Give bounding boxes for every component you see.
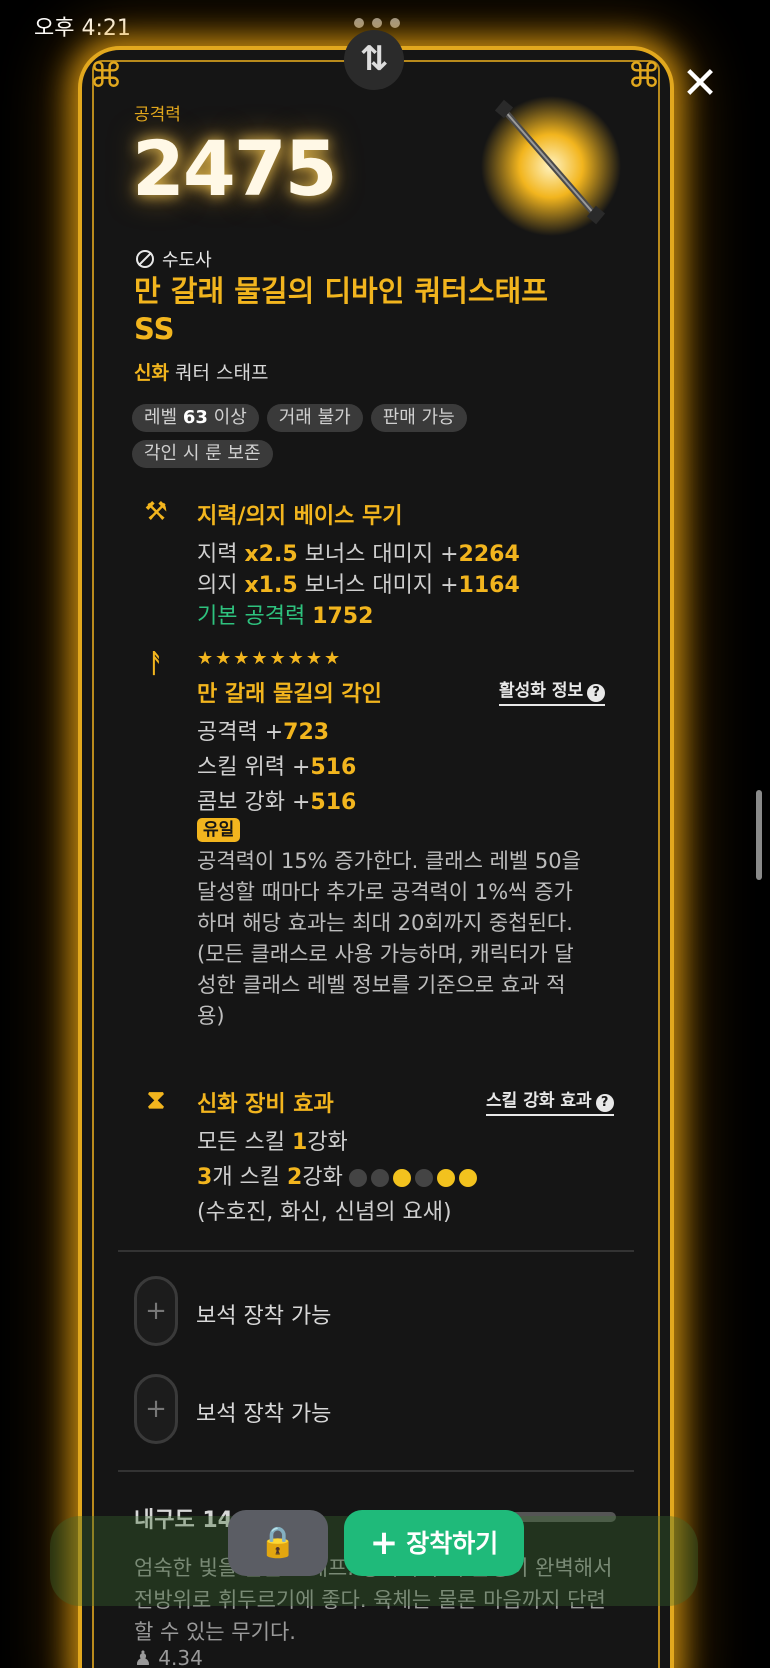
engraving-description: 공격력이 15% 증가한다. 클래스 레벨 50을 달성할 때마다 추가로 공격… (197, 849, 581, 1028)
level-tag: 레벨 63 이상 (132, 404, 259, 432)
close-icon[interactable]: ✕ (680, 62, 720, 106)
gem-empty-icon (370, 1169, 389, 1187)
rune-keep-tag: 각인 시 룬 보존 (132, 440, 273, 468)
more-dots-icon[interactable] (354, 18, 400, 28)
gem-filled-icon (458, 1169, 477, 1187)
gem-empty-icon (348, 1169, 367, 1187)
swap-compare-button[interactable]: ⇅ (344, 30, 404, 90)
engraving-icon: ᚨ (148, 649, 164, 679)
mythic-effect-title: 신화 장비 효과 (197, 1092, 334, 1117)
sellable-tag: 판매 가능 (370, 404, 467, 432)
class-icon (136, 250, 154, 268)
gem-empty-icon (414, 1169, 433, 1187)
divider (118, 1250, 634, 1252)
scrollbar[interactable] (756, 790, 762, 880)
engraving-stars: ★★★★★★★★ (197, 648, 343, 669)
attack-value: 2475 (132, 124, 338, 213)
help-icon: ? (587, 684, 606, 702)
gem-filled-icon (436, 1169, 455, 1187)
skill-enhance-info-link[interactable]: 스킬 강화 효과? (486, 1086, 614, 1116)
corner-ornament-icon: ⌘ (627, 56, 661, 96)
class-tag: 수도사 (136, 246, 212, 272)
int-bonus-line: 지력 x2.5 보너스 대미지 +2264 (197, 542, 520, 567)
skill-enhance-line: 3개 스킬 2강화 (197, 1159, 477, 1191)
gem-socket[interactable]: + (134, 1276, 178, 1346)
plus-icon: + (369, 1523, 399, 1563)
enhance-gems (348, 1169, 477, 1187)
unique-badge: 유일 (197, 818, 241, 842)
engraving-stat-skill: 스킬 위력 +516 (197, 755, 357, 780)
divider (118, 1470, 634, 1472)
gem-socket-label: 보석 장착 가능 (196, 1402, 332, 1427)
weight: ♟ 4.34 (134, 1646, 203, 1668)
item-type: 쿼터 스태프 (175, 362, 269, 384)
engraving-stat-attack: 공격력 +723 (197, 720, 330, 745)
class-name: 수도사 (162, 250, 212, 271)
enhanced-skills-list: (수호진, 화신, 신념의 요새) (197, 1200, 452, 1225)
will-bonus-line: 의지 x1.5 보너스 대미지 +1164 (197, 573, 520, 598)
gem-socket[interactable]: + (134, 1374, 178, 1444)
rarity: 신화 (134, 362, 169, 384)
mythic-effect-icon: ⧗ (146, 1085, 166, 1115)
trade-tag: 거래 불가 (266, 404, 363, 432)
help-icon: ? (595, 1094, 614, 1112)
engraving-title: 만 갈래 물길의 각인 (197, 682, 382, 707)
base-weapon-icon: ⚒ (144, 497, 168, 527)
activation-info-link[interactable]: 활성화 정보? (499, 676, 606, 706)
weapon-image (481, 96, 621, 236)
corner-ornament-icon: ⌘ (89, 56, 123, 96)
gem-socket-label: 보석 장착 가능 (196, 1304, 332, 1329)
all-skill-enhance-line: 모든 스킬 1강화 (197, 1130, 348, 1155)
rarity-line: 신화 쿼터 스태프 (134, 358, 268, 385)
lock-button[interactable]: 🔒 (228, 1510, 328, 1576)
base-attack-line: 기본 공격력 1752 (197, 604, 374, 629)
item-tags: 레벨 63 이상 거래 불가 판매 가능 각인 시 룬 보존 (132, 404, 552, 468)
gem-filled-icon (392, 1169, 411, 1187)
equip-button[interactable]: + 장착하기 (344, 1510, 524, 1576)
base-weapon-title: 지력/의지 베이스 무기 (197, 504, 403, 529)
attack-label: 공격력 (134, 105, 181, 125)
status-time: 오후 4:21 (34, 16, 131, 41)
item-name: 만 갈래 물길의 디바인 쿼터스태프SS (134, 274, 548, 346)
engraving-stat-combo: 콤보 강화 +516 (197, 790, 357, 815)
